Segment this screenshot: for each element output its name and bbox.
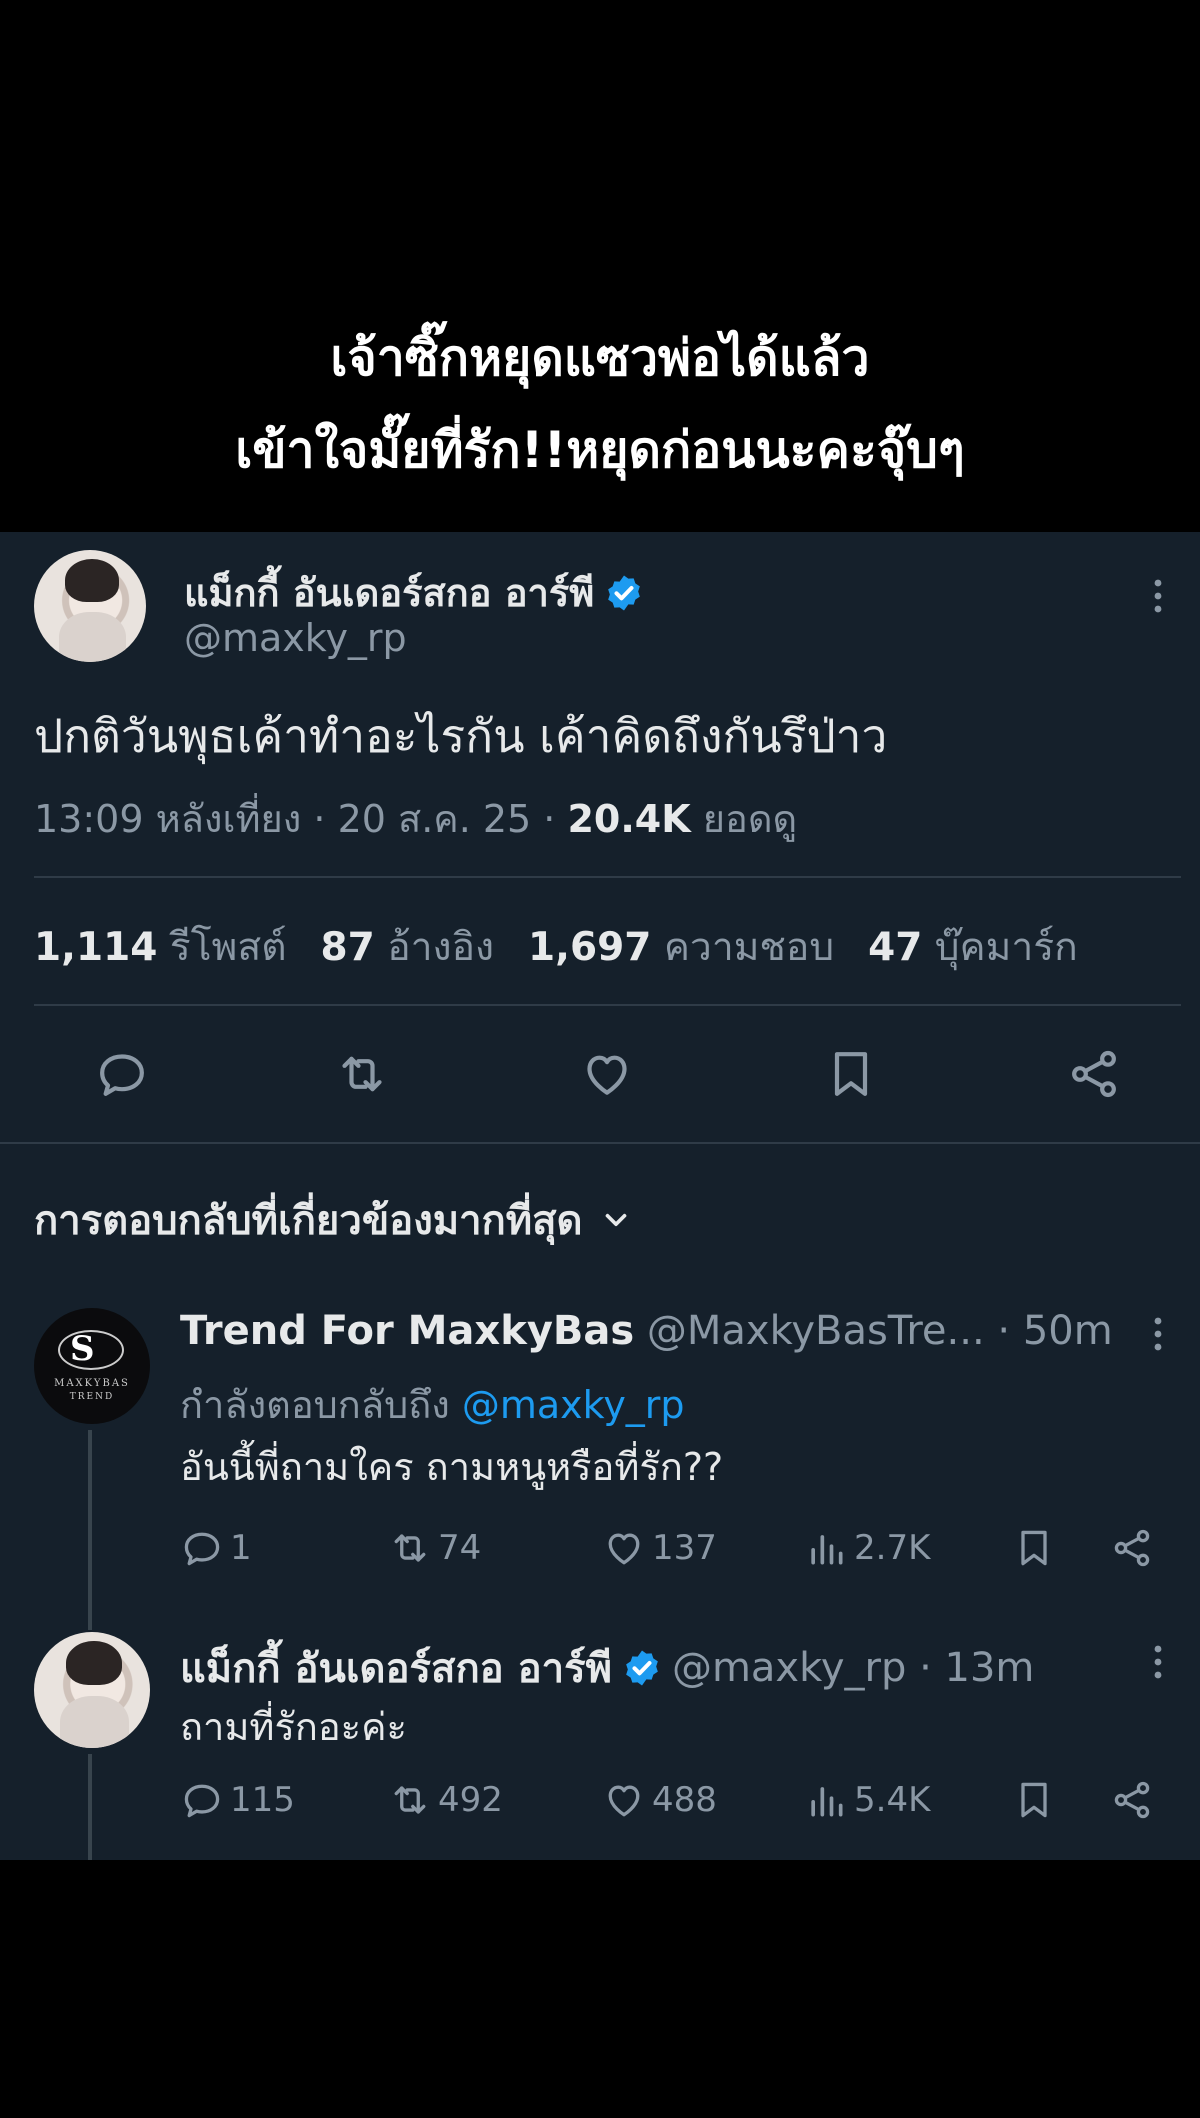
divider [34, 1004, 1181, 1006]
reply-like-action[interactable]: 488 [602, 1778, 717, 1822]
reply-like-action[interactable]: 137 [602, 1526, 717, 1570]
author-avatar[interactable] [34, 550, 146, 662]
more-icon[interactable] [1148, 1642, 1168, 1682]
views-count: 2.7K [854, 1528, 931, 1568]
author-name-row[interactable]: แม็กกี้ อันเดอร์สกอ อาร์พี [184, 562, 644, 623]
bookmark-icon[interactable] [1012, 1778, 1056, 1822]
reply-text: ถามที่รักอะค่ะ [180, 1705, 407, 1749]
caption-line-1: เจ้าซิ๊กหยุดแซวพ่อได้แล้ว [330, 329, 870, 387]
tweet-text: ปกติวันพุธเค้าทำอะไรกัน เค้าคิดถึงกันรึป… [34, 709, 888, 763]
tweet-screen: แม็กกี้ อันเดอร์สกอ อาร์พี @maxky_rp ปกต… [0, 532, 1200, 1860]
stat-quotes[interactable]: 87 อ้างอิง [321, 916, 495, 978]
logo-letter: S [70, 1329, 95, 1369]
reply-time[interactable]: · 50m [985, 1308, 1112, 1354]
thread-line [88, 1430, 92, 1630]
repost-icon[interactable] [334, 1046, 390, 1102]
views-icon [811, 1535, 843, 1565]
reply-handle[interactable]: @MaxkyBasTre... [647, 1308, 985, 1354]
video-caption: เจ้าซิ๊กหยุดแซวพ่อได้แล้ว เข้าใจมั๊ยที่ร… [0, 0, 1200, 532]
views-count: 5.4K [854, 1780, 931, 1820]
like-icon [608, 1785, 640, 1817]
verified-badge-icon [626, 1650, 658, 1686]
tweet-timestamp[interactable]: 13:09 หลังเที่ยง · 20 ส.ค. 25 · [34, 797, 567, 841]
replies-header: การตอบกลับที่เกี่ยวข้องมากที่สุด [34, 1198, 583, 1244]
reply-count: 1 [230, 1528, 252, 1568]
reply-header: Trend For MaxkyBas @MaxkyBasTre... · 50m [180, 1308, 1113, 1354]
reply-reply-action[interactable]: 115 [180, 1778, 295, 1822]
logo-caption-bottom: TREND [69, 1392, 115, 1402]
tweet-stats: 1,114 รีโพสต์ 87 อ้างอิง 1,697 ความชอบ 4… [34, 916, 1078, 978]
reply-time[interactable]: · 13m [906, 1645, 1034, 1691]
reply-header: แม็กกี้ อันเดอร์สกอ อาร์พี @maxky_rp · 1… [180, 1636, 1034, 1700]
like-icon[interactable] [579, 1046, 635, 1102]
chevron-down-icon [605, 1213, 626, 1227]
thread-line [88, 1754, 92, 1860]
views-icon [811, 1787, 843, 1817]
more-icon[interactable] [1148, 576, 1168, 616]
reply-icon [184, 1784, 220, 1818]
repost-count: 492 [438, 1780, 503, 1820]
share-icon[interactable] [1066, 1046, 1122, 1102]
bookmark-icon[interactable] [1012, 1526, 1056, 1570]
reply-count: 115 [230, 1780, 295, 1820]
repost-icon [394, 1534, 426, 1562]
reply-reply-action[interactable]: 1 [180, 1526, 252, 1570]
bookmark-icon[interactable] [823, 1046, 879, 1102]
replying-to-link[interactable]: @maxky_rp [462, 1383, 685, 1427]
share-icon[interactable] [1110, 1526, 1154, 1570]
reply-repost-action[interactable]: 492 [388, 1778, 503, 1822]
reply-handle[interactable]: @maxky_rp [672, 1645, 906, 1691]
more-icon[interactable] [1148, 1314, 1168, 1354]
section-divider [0, 1142, 1200, 1144]
reply-repost-action[interactable]: 74 [388, 1526, 481, 1570]
reply-avatar[interactable] [34, 1632, 150, 1748]
reply-display-name[interactable]: แม็กกี้ อันเดอร์สกอ อาร์พี [180, 1636, 612, 1700]
replies-sort-toggle[interactable]: การตอบกลับที่เกี่ยวข้องมากที่สุด [34, 1188, 633, 1252]
replying-to-line: กำลังตอบกลับถึง @maxky_rp [180, 1374, 685, 1435]
tweet-meta: 13:09 หลังเที่ยง · 20 ส.ค. 25 · 20.4K ยอ… [34, 788, 797, 849]
logo-caption-top: MAXKYBAS [54, 1378, 130, 1389]
author-handle[interactable]: @maxky_rp [184, 616, 407, 660]
divider [34, 876, 1181, 878]
like-count: 488 [652, 1780, 717, 1820]
reply-avatar[interactable]: S MAXKYBAS TREND [34, 1308, 150, 1424]
like-icon [608, 1533, 640, 1565]
repost-count: 74 [438, 1528, 482, 1568]
reply-views-action[interactable]: 2.7K [804, 1526, 930, 1570]
caption-line-2: เข้าใจมั๊ยที่รัก!!หยุดก่อนนะคะจุ๊บๆ [235, 421, 965, 479]
reply-text: อันนี้พี่ถามใคร ถามหนูหรือที่รัก?? [180, 1445, 724, 1489]
repost-icon [394, 1786, 426, 1814]
reply-icon[interactable] [94, 1046, 150, 1102]
verified-badge-icon [608, 575, 641, 610]
stat-reposts[interactable]: 1,114 รีโพสต์ [34, 916, 287, 978]
replying-prefix: กำลังตอบกลับถึง [180, 1383, 462, 1427]
author-display-name: แม็กกี้ อันเดอร์สกอ อาร์พี [184, 571, 595, 615]
reply-icon [184, 1532, 220, 1566]
tweet-views-label: ยอดดู [690, 797, 798, 841]
stat-bookmarks[interactable]: 47 บุ๊คมาร์ก [868, 916, 1078, 978]
like-count: 137 [652, 1528, 717, 1568]
reply-display-name[interactable]: Trend For MaxkyBas [180, 1308, 634, 1354]
reply-views-action[interactable]: 5.4K [804, 1778, 930, 1822]
tweet-views-count[interactable]: 20.4K [567, 797, 690, 841]
share-icon[interactable] [1110, 1778, 1154, 1822]
stat-likes[interactable]: 1,697 ความชอบ [528, 916, 834, 978]
